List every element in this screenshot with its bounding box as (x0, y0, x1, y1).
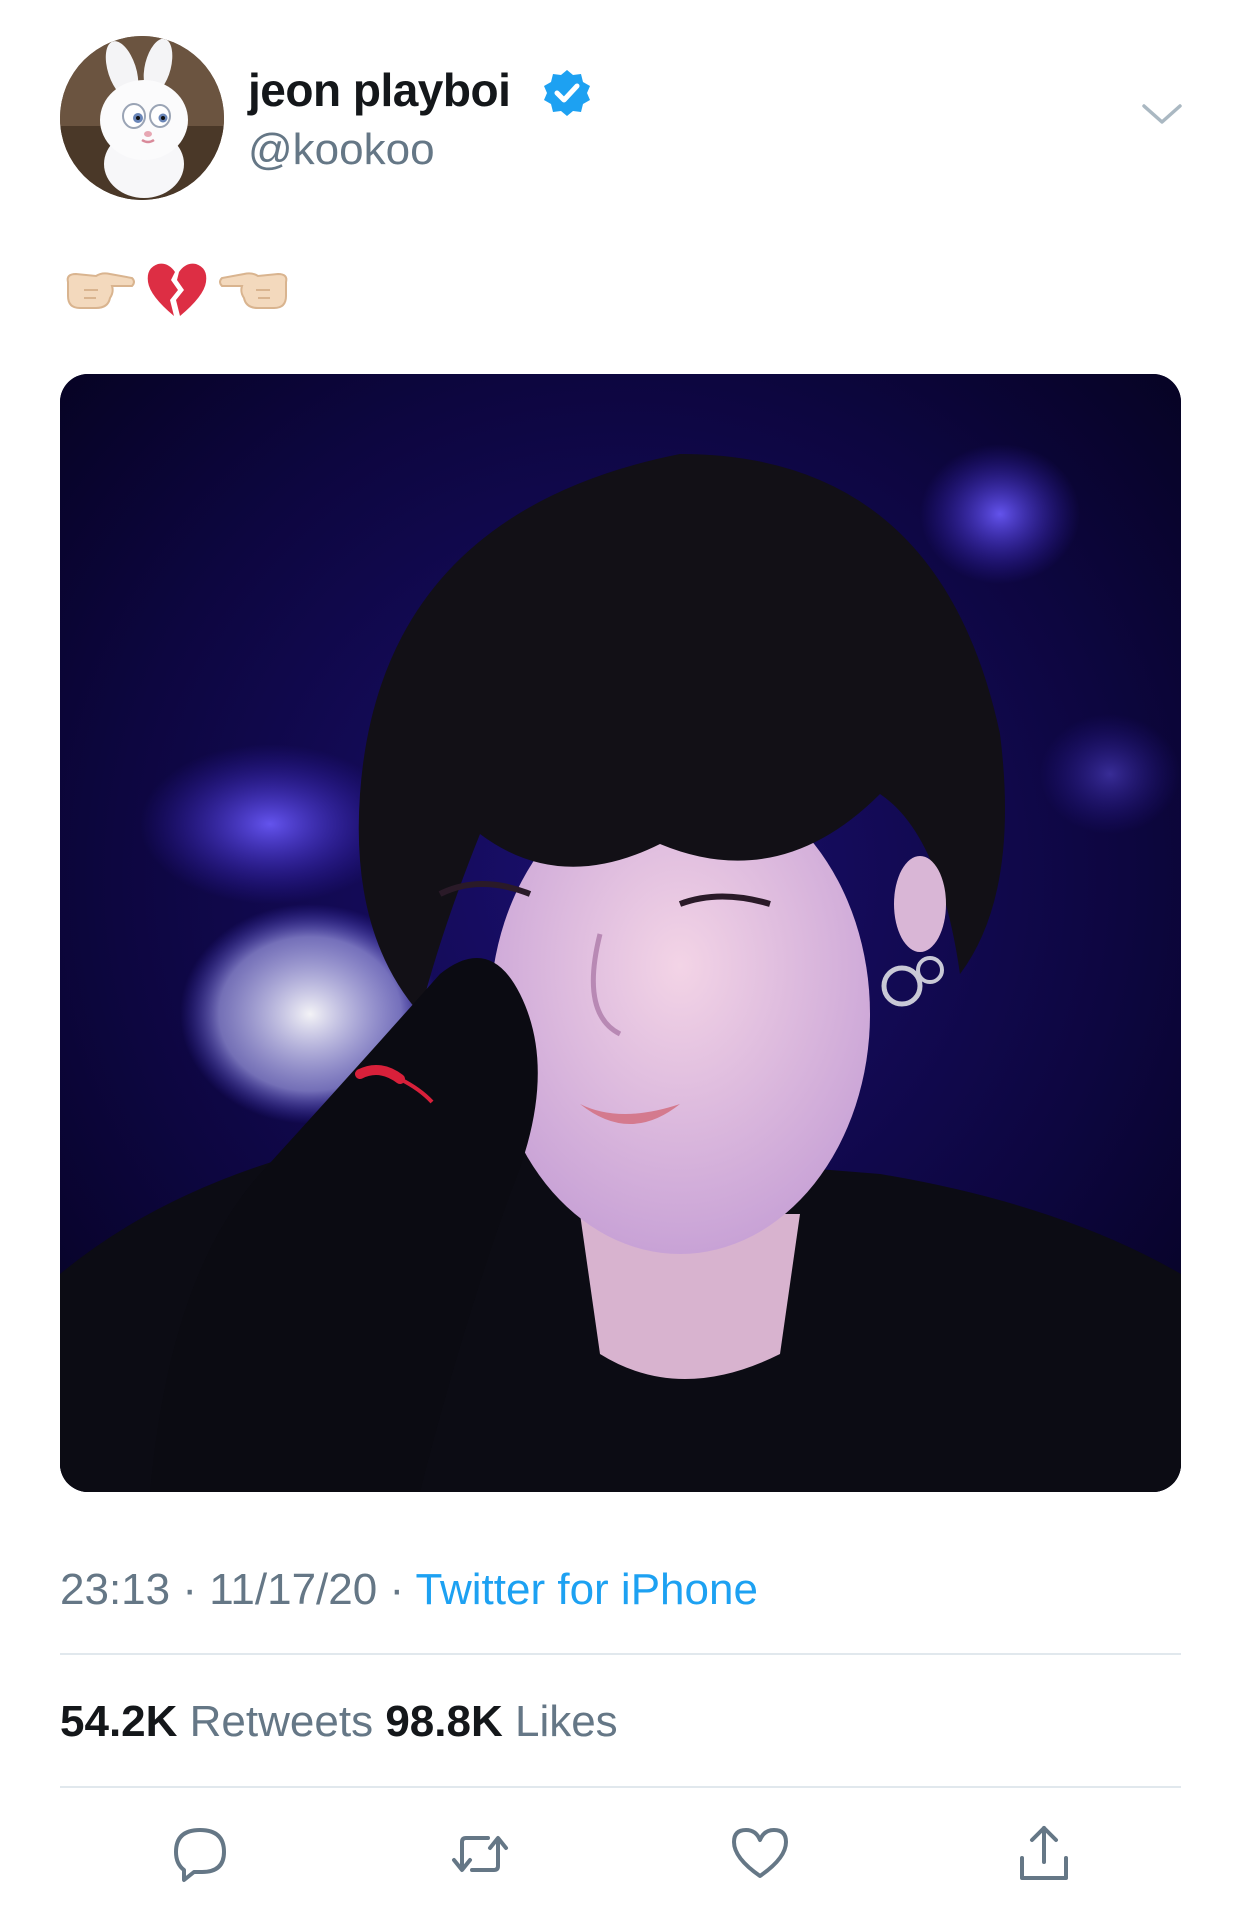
chevron-down-icon[interactable] (1140, 100, 1184, 128)
retweets-count: 54.2K (60, 1697, 178, 1746)
handle[interactable]: @kookoo (248, 122, 435, 178)
verified-badge-icon (544, 70, 590, 116)
share-button[interactable] (1012, 1822, 1076, 1886)
photo-image (60, 374, 1181, 1492)
retweet-icon (452, 1836, 508, 1872)
meta-separator: · (170, 1565, 210, 1614)
divider (60, 1653, 1181, 1655)
retweets-stat[interactable]: 54.2K Retweets (60, 1697, 373, 1746)
pointing-right-hand-icon (66, 272, 135, 309)
retweet-button[interactable] (448, 1822, 512, 1886)
likes-label: Likes (514, 1697, 618, 1746)
meta-separator: · (377, 1565, 416, 1614)
reply-button[interactable] (168, 1822, 232, 1886)
heart-icon (732, 1828, 788, 1878)
tweet-date[interactable]: 11/17/20 (209, 1565, 377, 1614)
tweet-time: 23:13 (60, 1565, 171, 1614)
bunny-avatar-icon (60, 36, 224, 200)
avatar[interactable] (60, 36, 224, 200)
retweets-label: Retweets (189, 1697, 374, 1746)
broken-heart-icon (147, 263, 207, 316)
share-icon (1020, 1826, 1068, 1880)
likes-count: 98.8K (385, 1697, 503, 1746)
likes-stat[interactable]: 98.8K Likes (385, 1697, 617, 1746)
tweet-meta: 23:13 · 11/17/20 · Twitter for iPhone (60, 1562, 758, 1618)
pointing-left-hand-icon (219, 272, 288, 309)
tweet-detail: jeon playboi @kookoo 23:13 · 11/17/20 · … (0, 0, 1241, 1919)
tweet-text (62, 254, 292, 326)
tweet-stats: 54.2K Retweets 98.8K Likes (60, 1694, 618, 1750)
divider (60, 1786, 1181, 1788)
like-button[interactable] (728, 1822, 792, 1886)
tweet-source-link[interactable]: Twitter for iPhone (416, 1565, 758, 1614)
display-name[interactable]: jeon playboi (248, 62, 511, 118)
reply-icon (174, 1828, 226, 1882)
tweet-photo[interactable] (60, 374, 1181, 1492)
